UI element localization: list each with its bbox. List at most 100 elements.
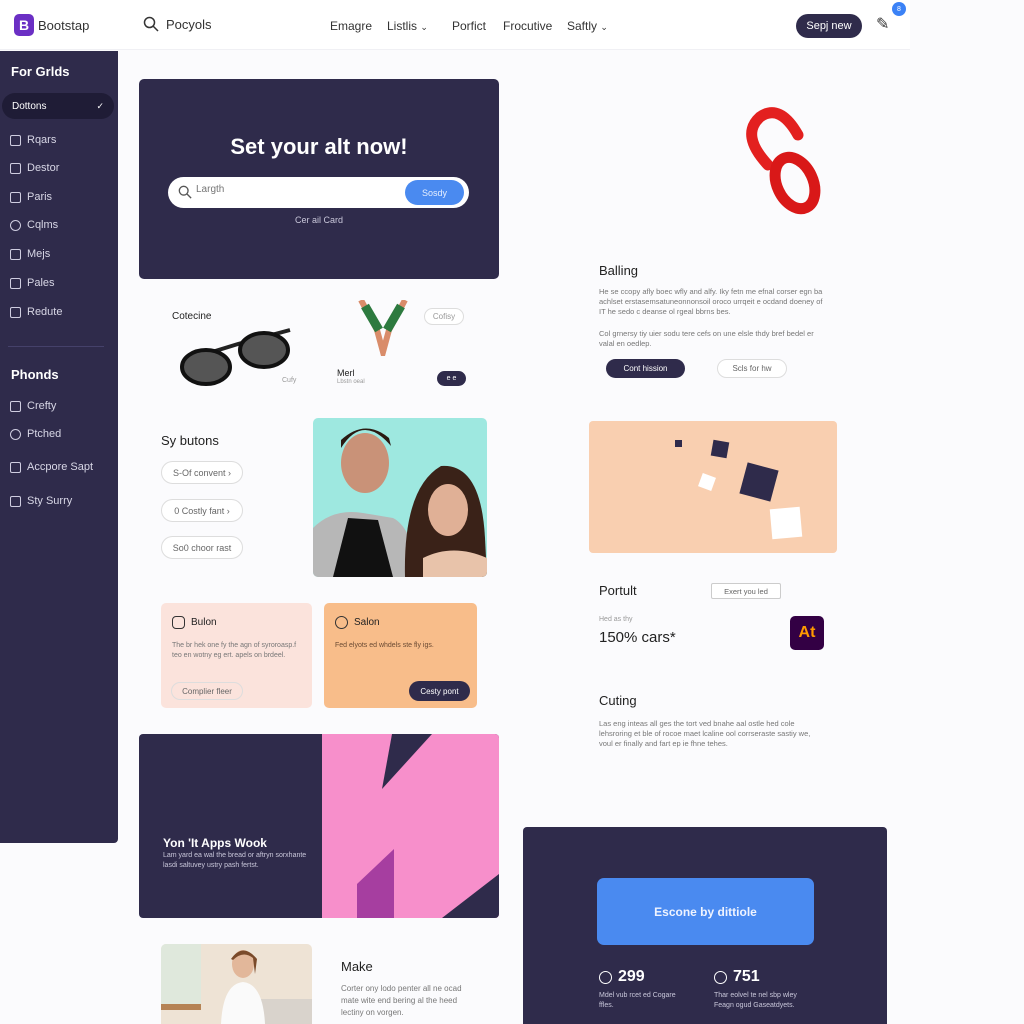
nav-item-3[interactable]: Porfict bbox=[452, 19, 486, 33]
nav-item-1[interactable]: Emagre bbox=[330, 19, 372, 33]
feature-card-1: Bulon The br hek one fy the agn of syror… bbox=[161, 603, 312, 708]
buttons-section-title: Sy butons bbox=[161, 433, 219, 448]
sidebar-item-6[interactable]: Pales bbox=[10, 277, 55, 289]
nav-item-4[interactable]: Frocutive bbox=[503, 19, 552, 33]
outline-button-1[interactable]: S-Of convent › bbox=[161, 461, 243, 484]
sidebar-item-4[interactable]: Cqlms bbox=[10, 219, 58, 231]
sidebar-item-label: Pales bbox=[27, 277, 55, 289]
sidebar-item-label: Crefty bbox=[27, 400, 57, 412]
product-title-2: Merl bbox=[337, 368, 355, 378]
sidebar-item-label: Destor bbox=[27, 162, 60, 174]
cta-button[interactable]: Sepj new bbox=[796, 14, 862, 38]
balling-text-2: Col grnersy tiy uier sodu tere cefs on u… bbox=[599, 329, 814, 348]
hero-link[interactable]: Cer ail Card bbox=[139, 215, 499, 225]
chevron-down-icon: ⌄ bbox=[420, 22, 428, 32]
card-button[interactable]: Cesty pont bbox=[409, 681, 470, 701]
document-icon bbox=[10, 306, 21, 318]
nav-label: Listlis bbox=[387, 19, 418, 33]
couple-photo bbox=[313, 418, 487, 577]
sidebar-item-8[interactable]: Crefty bbox=[10, 400, 56, 412]
briefcase-icon bbox=[10, 248, 21, 260]
product-button-2[interactable]: e e bbox=[437, 371, 466, 386]
stat-text-1: Mdel vub rcet ed Cogare ffles. bbox=[599, 992, 676, 1009]
dropdown-label: Dottons bbox=[12, 100, 47, 112]
sidebar-dropdown-active[interactable]: Dottons ✓ bbox=[2, 93, 114, 119]
card-text: The br hek one fy the agn of syroroasp.f… bbox=[172, 642, 297, 659]
outline-button-3[interactable]: So0 choor rast bbox=[161, 536, 243, 559]
stats-cta-button[interactable]: Escone by dittiole bbox=[597, 878, 814, 945]
sidebar: For Grlds Dottons ✓ Rqars Destor Paris Cq… bbox=[0, 51, 118, 843]
pencil-icon bbox=[10, 134, 21, 146]
sidebar-item-5[interactable]: Mejs bbox=[10, 248, 50, 260]
sidebar-divider bbox=[8, 346, 104, 347]
card-icon bbox=[10, 277, 21, 289]
sidebar-section-title: Phonds bbox=[11, 367, 59, 382]
search-icon bbox=[178, 185, 192, 199]
sidebar-item-3[interactable]: Paris bbox=[10, 191, 52, 203]
card-header: Bulon bbox=[172, 616, 217, 629]
globe-icon bbox=[10, 428, 21, 440]
list-icon bbox=[10, 461, 21, 473]
sidebar-item-10[interactable]: Accpore Sapt bbox=[10, 461, 93, 473]
geometric-illustration bbox=[589, 421, 837, 553]
search-icon bbox=[143, 16, 159, 32]
portult-button[interactable]: Exert you led bbox=[711, 583, 781, 599]
stats-panel: Escone by dittiole 299 Mdel vub rcet ed … bbox=[523, 827, 887, 1024]
bootstrap-logo-icon: B bbox=[14, 14, 34, 36]
nav-label: Saftly bbox=[567, 19, 598, 33]
hero-search-button[interactable]: Sosdy bbox=[405, 180, 464, 205]
sidebar-section-title: For Grlds bbox=[11, 64, 70, 79]
hero-title: Set your alt now! bbox=[230, 134, 408, 159]
cuting-text: Las eng inteas all ges the tort ved bnah… bbox=[599, 719, 811, 748]
nav-item-2[interactable]: Listlis ⌄ bbox=[387, 19, 428, 33]
sidebar-item-label: Ptched bbox=[27, 428, 62, 440]
logo-text: Bootstap bbox=[38, 17, 90, 33]
balling-secondary-button[interactable]: Scls for hw bbox=[717, 359, 787, 378]
cuting-title: Cuting bbox=[599, 693, 637, 708]
sidebar-item-11[interactable]: Sty Surry bbox=[10, 495, 72, 507]
product-sub-2: Lbstn oeal bbox=[337, 379, 365, 385]
balling-primary-button[interactable]: Cont hission bbox=[606, 359, 685, 378]
sidebar-item-1[interactable]: Rqars bbox=[10, 134, 56, 146]
hero-search-bar: Sosdy bbox=[168, 177, 469, 208]
balling-title: Balling bbox=[599, 263, 639, 278]
hands-image bbox=[358, 300, 408, 356]
woman-photo bbox=[161, 944, 312, 1024]
clock-icon bbox=[335, 616, 348, 629]
make-title: Make bbox=[341, 959, 373, 974]
sidebar-item-7[interactable]: Redute bbox=[10, 306, 62, 318]
search-label: Pocyols bbox=[166, 16, 212, 32]
bar-chart-icon bbox=[10, 495, 21, 507]
hero-search-input[interactable] bbox=[196, 184, 396, 195]
sidebar-item-label: Sty Surry bbox=[27, 495, 73, 507]
make-text: Corter ony lodo penter all ne ocad mate … bbox=[341, 984, 462, 1017]
feature-card-2: Salon Fed elyots ed whdels ste fly igs. … bbox=[324, 603, 477, 708]
sidebar-item-label: Redute bbox=[27, 306, 63, 318]
pen-icon[interactable]: ✎ bbox=[876, 14, 889, 34]
top-navbar: B Bootstap Pocyols Emagre Listlis ⌄ Porf… bbox=[0, 0, 910, 50]
illustrator-app-icon[interactable]: At bbox=[790, 616, 824, 650]
card-title: Salon bbox=[354, 617, 380, 628]
red-rings-image bbox=[746, 107, 821, 215]
notification-badge: 8 bbox=[892, 2, 906, 16]
sidebar-item-label: Cqlms bbox=[27, 219, 59, 231]
clock-icon bbox=[599, 971, 612, 984]
sidebar-item-label: Rqars bbox=[27, 134, 57, 146]
clock-icon bbox=[714, 971, 727, 984]
portult-label: Hed as thy bbox=[599, 616, 633, 623]
sidebar-item-9[interactable]: Ptched bbox=[10, 428, 61, 440]
product-tag-2[interactable]: Cofisy bbox=[424, 308, 464, 325]
outline-button-2[interactable]: 0 Costly fant › bbox=[161, 499, 243, 522]
circle-icon bbox=[10, 219, 21, 231]
stat-text-2: Thar eolvel te nel sbp wley Feagn ogud G… bbox=[714, 992, 797, 1009]
sidebar-item-label: Mejs bbox=[27, 248, 51, 260]
nav-item-5[interactable]: Saftly ⌄ bbox=[567, 19, 608, 33]
card-button[interactable]: Complier fleer bbox=[171, 682, 243, 700]
logo[interactable]: B Bootstap bbox=[14, 14, 89, 36]
search-link[interactable]: Pocyols bbox=[143, 16, 212, 32]
sidebar-item-2[interactable]: Destor bbox=[10, 162, 59, 174]
check-icon: ✓ bbox=[96, 100, 104, 111]
balling-text: He se ccopy afly boec wfly and alfy. Iky… bbox=[599, 287, 823, 316]
banner-text: Lam yard ea wal the bread or aftryn sorx… bbox=[163, 852, 307, 869]
product-title-1: Cotecine bbox=[172, 311, 212, 322]
